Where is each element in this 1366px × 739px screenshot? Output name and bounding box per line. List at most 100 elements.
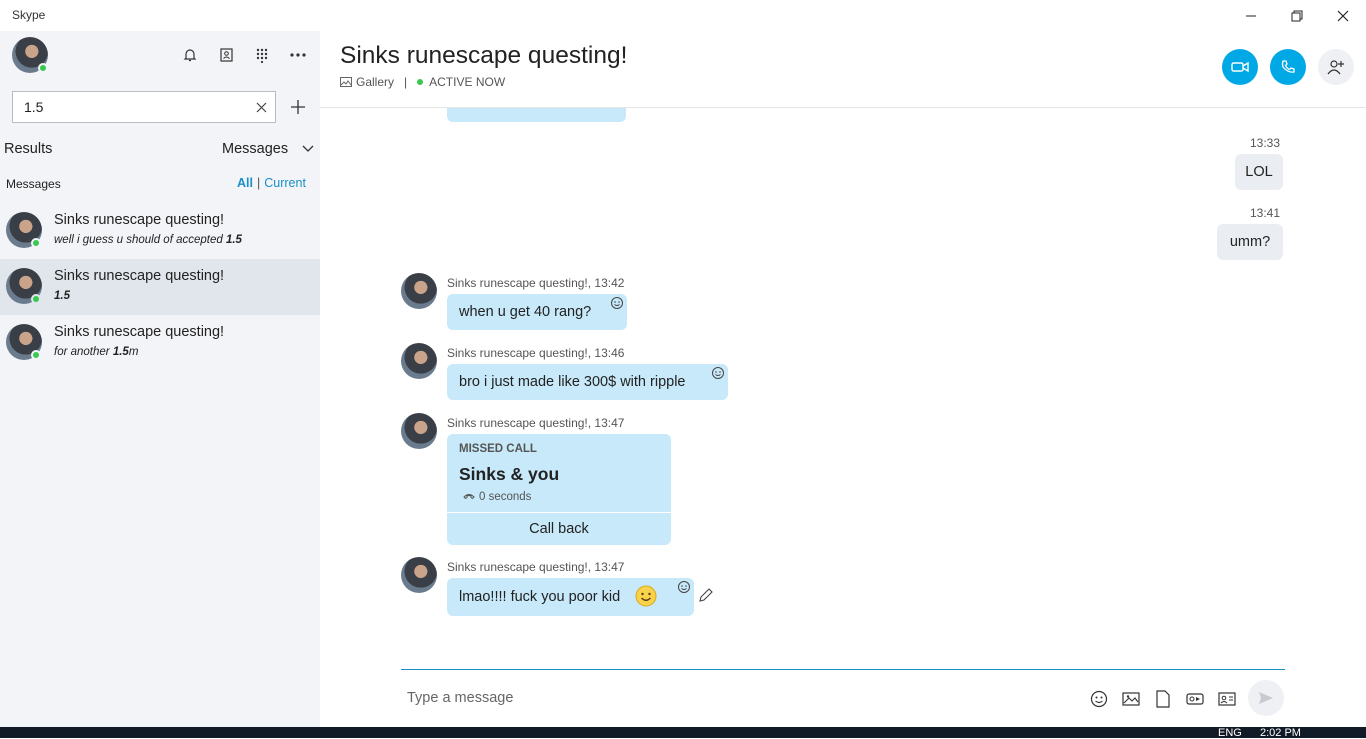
search-result-item[interactable]: Sinks runescape questing! for another 1.…: [0, 315, 320, 371]
taskbar-clock[interactable]: 2:02 PM: [1260, 728, 1301, 739]
message-input[interactable]: Type a message: [407, 690, 513, 706]
active-status-dot: [417, 79, 424, 85]
title-bar: Skype: [0, 0, 1366, 31]
search-input[interactable]: 1.5: [12, 91, 276, 123]
more-options-button[interactable]: [288, 45, 308, 65]
presence-online-icon: [31, 350, 41, 360]
result-snippet: well i guess u should of accepted 1.5: [54, 234, 242, 246]
sidebar: [0, 31, 320, 727]
messages-section-label: Messages: [6, 177, 61, 191]
result-snippet: 1.5: [54, 290, 70, 302]
results-filter-dropdown[interactable]: Messages: [222, 141, 314, 157]
audio-call-button[interactable]: [1270, 49, 1306, 85]
contact-card-icon: [1218, 692, 1236, 706]
sender-avatar[interactable]: [401, 273, 437, 309]
add-reaction-icon[interactable]: [677, 580, 691, 594]
emoji-button[interactable]: [1089, 689, 1109, 709]
scope-separator: |: [256, 176, 261, 190]
sender-avatar[interactable]: [401, 413, 437, 449]
outgoing-message[interactable]: LOL: [1235, 154, 1283, 190]
contacts-icon: [220, 48, 233, 62]
incoming-message[interactable]: when u get 40 rang?: [447, 294, 627, 330]
send-image-button[interactable]: [1121, 689, 1141, 709]
call-participants: Sinks & you: [459, 464, 560, 484]
incoming-message[interactable]: bro i just made like 300$ with ripple: [447, 364, 728, 400]
missed-call-card: MISSED CALL Sinks & you 0 seconds Call b…: [447, 434, 671, 545]
more-icon: [290, 53, 306, 57]
message-bubble-partial: [447, 108, 626, 122]
presence-online-icon: [31, 294, 41, 304]
incoming-message[interactable]: lmao!!!! fuck you poor kid: [447, 578, 694, 616]
presence-online-icon: [38, 63, 48, 73]
contacts-button[interactable]: [216, 45, 236, 65]
message-timestamp: 13:41: [1250, 206, 1281, 220]
minimize-button[interactable]: [1228, 0, 1274, 31]
scope-current-link[interactable]: Current: [264, 176, 306, 190]
chat-subheader: Gallery | ACTIVE NOW: [340, 75, 505, 89]
call-back-label: Call back: [529, 521, 589, 537]
video-camera-icon: [1231, 61, 1249, 73]
result-title: Sinks runescape questing!: [54, 268, 225, 284]
video-message-icon: [1186, 693, 1204, 705]
plus-icon: [291, 100, 305, 114]
gallery-icon: [340, 77, 352, 87]
chat-title: Sinks runescape questing!: [340, 42, 628, 69]
dialpad-icon: [256, 48, 268, 63]
restore-button[interactable]: [1274, 0, 1320, 31]
close-button[interactable]: [1320, 0, 1366, 31]
smile-emoji-icon: [635, 585, 657, 607]
video-message-button[interactable]: [1185, 689, 1205, 709]
message-text: umm?: [1229, 234, 1271, 250]
message-text: LOL: [1245, 164, 1273, 180]
image-icon: [1122, 692, 1140, 706]
subheader-separator: |: [404, 75, 408, 89]
edit-pencil-icon[interactable]: [698, 587, 714, 603]
gallery-label: Gallery: [356, 75, 395, 89]
video-call-button[interactable]: [1222, 49, 1258, 85]
gallery-link[interactable]: Gallery: [340, 75, 394, 89]
message-text: lmao!!!! fuck you poor kid: [459, 589, 621, 605]
send-button[interactable]: [1248, 680, 1284, 716]
add-person-icon: [1327, 60, 1344, 75]
restore-icon: [1291, 10, 1303, 21]
message-text: when u get 40 rang?: [459, 304, 592, 320]
minimize-icon: [1246, 15, 1256, 16]
sender-avatar[interactable]: [401, 557, 437, 593]
scope-toggle: All | Current: [237, 176, 306, 190]
send-contact-button[interactable]: [1217, 689, 1237, 709]
bell-icon: [183, 49, 197, 62]
chevron-down-icon: [302, 145, 314, 152]
dialpad-button[interactable]: [252, 45, 272, 65]
notifications-button[interactable]: [180, 45, 200, 65]
clear-icon[interactable]: [256, 102, 267, 113]
taskbar: ENG 2:02 PM: [0, 727, 1366, 739]
app-title: Skype: [12, 8, 46, 22]
call-icon: [463, 494, 475, 500]
call-duration: 0 seconds: [463, 491, 531, 503]
results-label: Results: [4, 141, 53, 157]
send-file-button[interactable]: [1153, 689, 1173, 709]
close-icon: [1337, 10, 1349, 21]
search-result-item[interactable]: Sinks runescape questing! 1.5: [0, 259, 320, 315]
active-status: ACTIVE NOW: [429, 75, 506, 89]
message-text: bro i just made like 300$ with ripple: [459, 374, 686, 390]
new-chat-button[interactable]: [288, 97, 308, 117]
missed-call-label: MISSED CALL: [459, 443, 537, 455]
search-value: 1.5: [24, 99, 44, 115]
taskbar-language[interactable]: ENG: [1218, 728, 1242, 739]
sender-avatar[interactable]: [401, 343, 437, 379]
presence-online-icon: [31, 238, 41, 248]
send-icon: [1259, 692, 1273, 704]
call-back-button[interactable]: Call back: [447, 513, 671, 545]
add-reaction-icon[interactable]: [610, 296, 624, 310]
search-result-item[interactable]: Sinks runescape questing! well i guess u…: [0, 203, 320, 259]
add-people-button[interactable]: [1318, 49, 1354, 85]
sender-info: Sinks runescape questing!, 13:47: [447, 416, 625, 430]
outgoing-message[interactable]: umm?: [1217, 224, 1283, 260]
emoji-icon: [1090, 690, 1108, 708]
scope-all-link[interactable]: All: [237, 176, 253, 190]
filter-label: Messages: [222, 141, 289, 157]
file-icon: [1156, 690, 1170, 708]
result-snippet: for another 1.5m: [54, 346, 139, 358]
add-reaction-icon[interactable]: [711, 366, 725, 380]
